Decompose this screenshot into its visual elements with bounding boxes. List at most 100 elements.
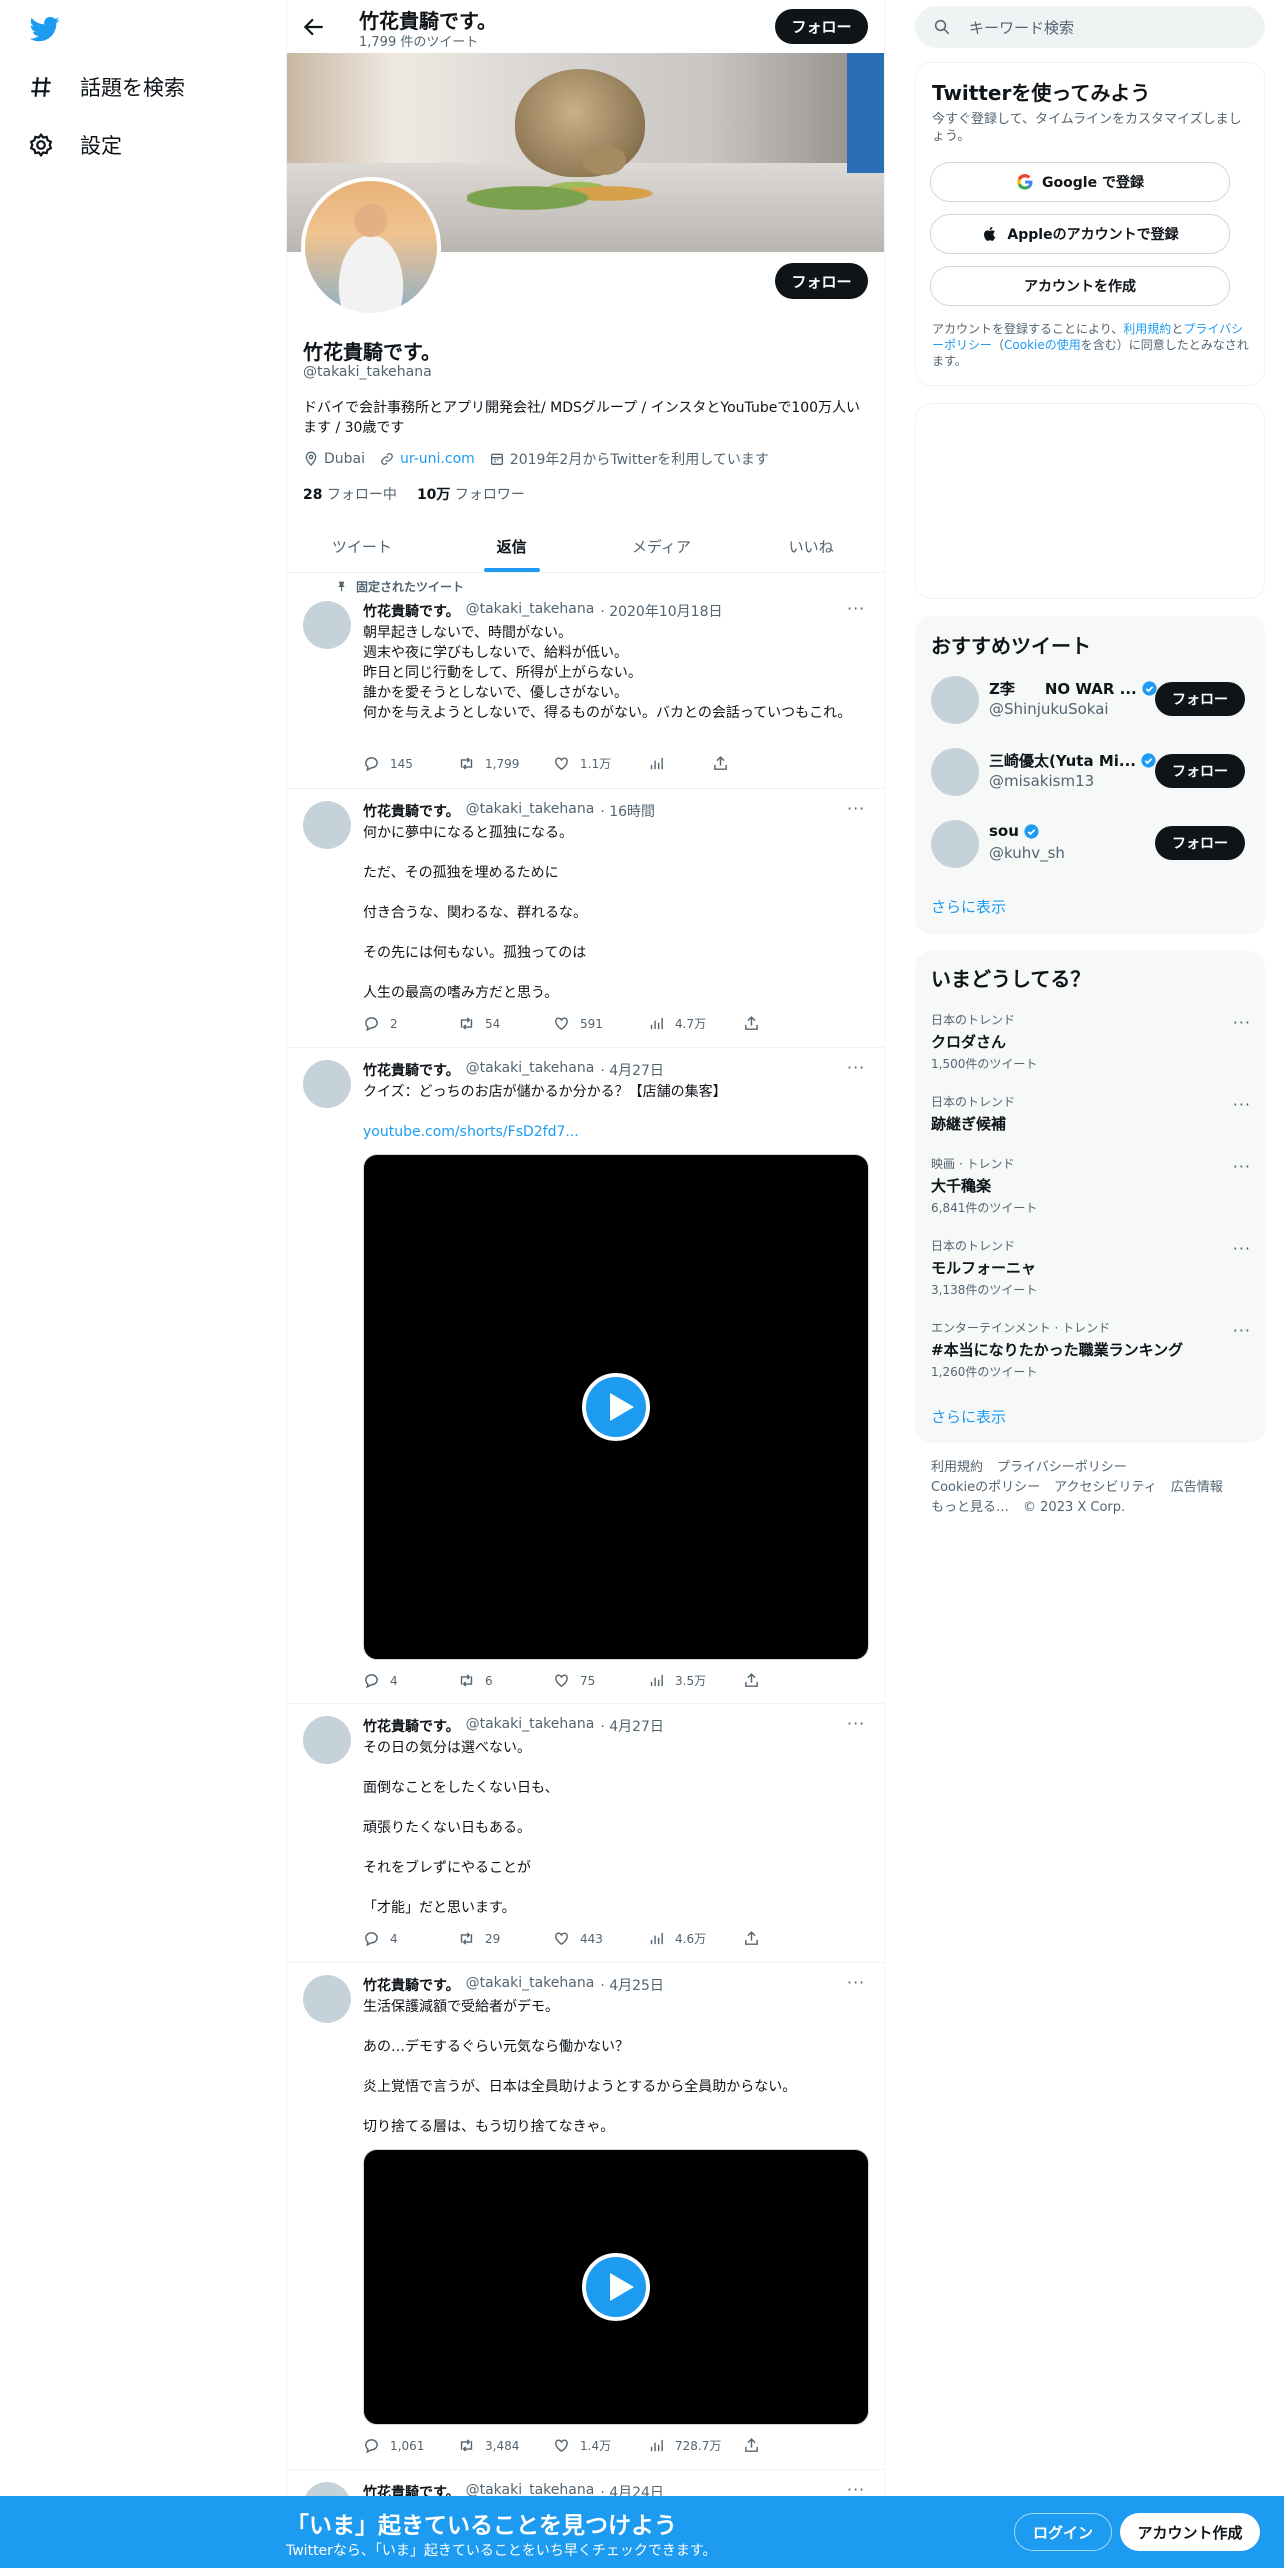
- recommend-follow-button[interactable]: フォロー: [1155, 826, 1245, 860]
- profile-website-link[interactable]: ur-uni.com: [400, 451, 475, 467]
- reply-button[interactable]: 4: [363, 1672, 458, 1689]
- more-icon[interactable]: ···: [1233, 1321, 1251, 1340]
- tweet[interactable]: 竹花貴騎です。 @takaki_takehana · 4月25日 ··· 生活保護減…: [287, 1963, 884, 2470]
- views-button[interactable]: [648, 755, 712, 772]
- trend-item[interactable]: エンターテインメント · トレンド #本当になりたかった職業ランキング 1,26…: [931, 1319, 1251, 1380]
- footer-link[interactable]: もっと見る…: [931, 1500, 1009, 1515]
- google-signup-button[interactable]: Google で登録: [930, 162, 1230, 202]
- trend-item[interactable]: 映画 · トレンド 大千穐楽 6,841件のツイート ···: [931, 1155, 1251, 1216]
- more-icon[interactable]: ···: [847, 799, 865, 818]
- tab-media[interactable]: メディア: [587, 520, 737, 572]
- tweet-author[interactable]: 竹花貴騎です。: [363, 601, 460, 621]
- tweet-avatar[interactable]: [303, 601, 351, 649]
- trend-item[interactable]: 日本のトレンド 跡継ぎ候補 ···: [931, 1093, 1251, 1134]
- like-button[interactable]: 1.1万: [553, 755, 648, 772]
- cookie-link[interactable]: Cookieの使用: [1004, 338, 1081, 352]
- tweet-time[interactable]: · 4月27日: [600, 1060, 664, 1080]
- reply-button[interactable]: 145: [363, 755, 458, 772]
- search-input[interactable]: キーワード検索: [915, 6, 1265, 48]
- recommend-user[interactable]: 三崎優太(Yuta Mi... @misakism13 フォロー: [931, 742, 1256, 802]
- tab-tweets[interactable]: ツイート: [287, 520, 437, 572]
- tweet-author[interactable]: 竹花貴騎です。: [363, 1060, 460, 1080]
- nav-settings[interactable]: 設定: [28, 125, 122, 165]
- back-arrow-icon[interactable]: [301, 14, 327, 40]
- tweet-video[interactable]: [363, 1154, 869, 1660]
- footer-link[interactable]: プライバシーポリシー: [997, 1460, 1127, 1475]
- retweet-button[interactable]: 3,484: [458, 2437, 553, 2454]
- follow-button[interactable]: フォロー: [775, 263, 868, 299]
- trend-item[interactable]: 日本のトレンド モルフォーニャ 3,138件のツイート ···: [931, 1237, 1251, 1298]
- create-account-button[interactable]: アカウントを作成: [930, 266, 1230, 306]
- footer-link[interactable]: 広告情報: [1171, 1480, 1223, 1495]
- terms-link[interactable]: 利用規約: [1123, 322, 1171, 336]
- tweet-avatar[interactable]: [303, 1975, 351, 2023]
- play-icon[interactable]: [582, 1373, 650, 1441]
- tab-likes[interactable]: いいね: [736, 520, 884, 572]
- share-button[interactable]: [743, 1930, 773, 1947]
- retweet-button[interactable]: 1,799: [458, 755, 553, 772]
- share-button[interactable]: [712, 755, 742, 772]
- followers-link[interactable]: 10万 フォロワー: [417, 484, 525, 504]
- retweet-button[interactable]: 29: [458, 1930, 553, 1947]
- views-button[interactable]: 3.5万: [648, 1672, 743, 1689]
- reply-button[interactable]: 4: [363, 1930, 458, 1947]
- reply-button[interactable]: 2: [363, 1015, 458, 1032]
- following-link[interactable]: 28 フォロー中: [303, 484, 397, 504]
- reply-button[interactable]: 1,061: [363, 2437, 458, 2454]
- more-icon[interactable]: ···: [1233, 1095, 1251, 1114]
- nav-explore[interactable]: 話題を検索: [28, 67, 185, 107]
- footer-link[interactable]: Cookieのポリシー: [931, 1480, 1040, 1495]
- tweet-time[interactable]: · 2020年10月18日: [600, 601, 722, 621]
- tweet-video[interactable]: [363, 2149, 869, 2425]
- tweet-time[interactable]: · 4月27日: [600, 1716, 664, 1736]
- tweet[interactable]: 竹花貴騎です。 @takaki_takehana · 2020年10月18日 ···…: [287, 573, 884, 789]
- more-icon[interactable]: ···: [1233, 1239, 1251, 1258]
- footer-link[interactable]: 利用規約: [931, 1460, 983, 1475]
- recommend-show-more[interactable]: さらに表示: [931, 896, 1006, 917]
- play-icon[interactable]: [582, 2253, 650, 2321]
- tweet-avatar[interactable]: [303, 1060, 351, 1108]
- share-button[interactable]: [743, 1672, 773, 1689]
- tweet-link[interactable]: youtube.com/shorts/FsD2fd7...: [363, 1122, 873, 1142]
- more-icon[interactable]: ···: [1233, 1157, 1251, 1176]
- avatar[interactable]: [931, 748, 979, 796]
- recommend-follow-button[interactable]: フォロー: [1155, 754, 1245, 788]
- apple-signup-button[interactable]: Appleのアカウントで登録: [930, 214, 1230, 254]
- avatar[interactable]: [931, 820, 979, 868]
- views-button[interactable]: 728.7万: [648, 2437, 743, 2454]
- share-button[interactable]: [743, 2437, 773, 2454]
- recommend-user[interactable]: sou @kuhv_sh フォロー: [931, 814, 1256, 874]
- retweet-button[interactable]: 54: [458, 1015, 553, 1032]
- header-follow-button[interactable]: フォロー: [775, 9, 868, 44]
- trends-show-more[interactable]: さらに表示: [931, 1406, 1006, 1427]
- more-icon[interactable]: ···: [847, 1973, 865, 1992]
- more-icon[interactable]: ···: [1233, 1013, 1251, 1032]
- profile-avatar[interactable]: [301, 177, 441, 317]
- views-button[interactable]: 4.6万: [648, 1930, 743, 1947]
- tweet-author[interactable]: 竹花貴騎です。: [363, 1716, 460, 1736]
- trend-item[interactable]: 日本のトレンド クロダさん 1,500件のツイート ···: [931, 1011, 1251, 1072]
- tweet-author[interactable]: 竹花貴騎です。: [363, 801, 460, 821]
- tweet[interactable]: 竹花貴騎です。 @takaki_takehana · 16時間 ··· 何かに夢中に…: [287, 789, 884, 1048]
- views-button[interactable]: 4.7万: [648, 1015, 743, 1032]
- recommend-user[interactable]: Z李 NO WAR ... @ShinjukuSokai フォロー: [931, 670, 1256, 730]
- like-button[interactable]: 591: [553, 1015, 648, 1032]
- login-button[interactable]: ログイン: [1014, 2513, 1112, 2551]
- retweet-button[interactable]: 6: [458, 1672, 553, 1689]
- twitter-bird-icon[interactable]: [28, 14, 62, 44]
- share-button[interactable]: [743, 1015, 773, 1032]
- tweet-time[interactable]: · 16時間: [600, 801, 655, 821]
- more-icon[interactable]: ···: [847, 1714, 865, 1733]
- footer-link[interactable]: アクセシビリティ: [1054, 1480, 1157, 1495]
- tweet-avatar[interactable]: [303, 1716, 351, 1764]
- avatar[interactable]: [931, 676, 979, 724]
- tweet-time[interactable]: · 4月25日: [600, 1975, 664, 1995]
- tab-replies[interactable]: 返信: [437, 520, 587, 572]
- tweet[interactable]: 竹花貴騎です。 @takaki_takehana · 4月27日 ··· クイズ：ど…: [287, 1048, 884, 1704]
- recommend-follow-button[interactable]: フォロー: [1155, 682, 1245, 716]
- more-icon[interactable]: ···: [847, 1058, 865, 1077]
- tweet[interactable]: 竹花貴騎です。 @takaki_takehana · 4月27日 ··· その日の気…: [287, 1704, 884, 1963]
- tweet-avatar[interactable]: [303, 801, 351, 849]
- signup-button[interactable]: アカウント作成: [1120, 2513, 1260, 2551]
- like-button[interactable]: 443: [553, 1930, 648, 1947]
